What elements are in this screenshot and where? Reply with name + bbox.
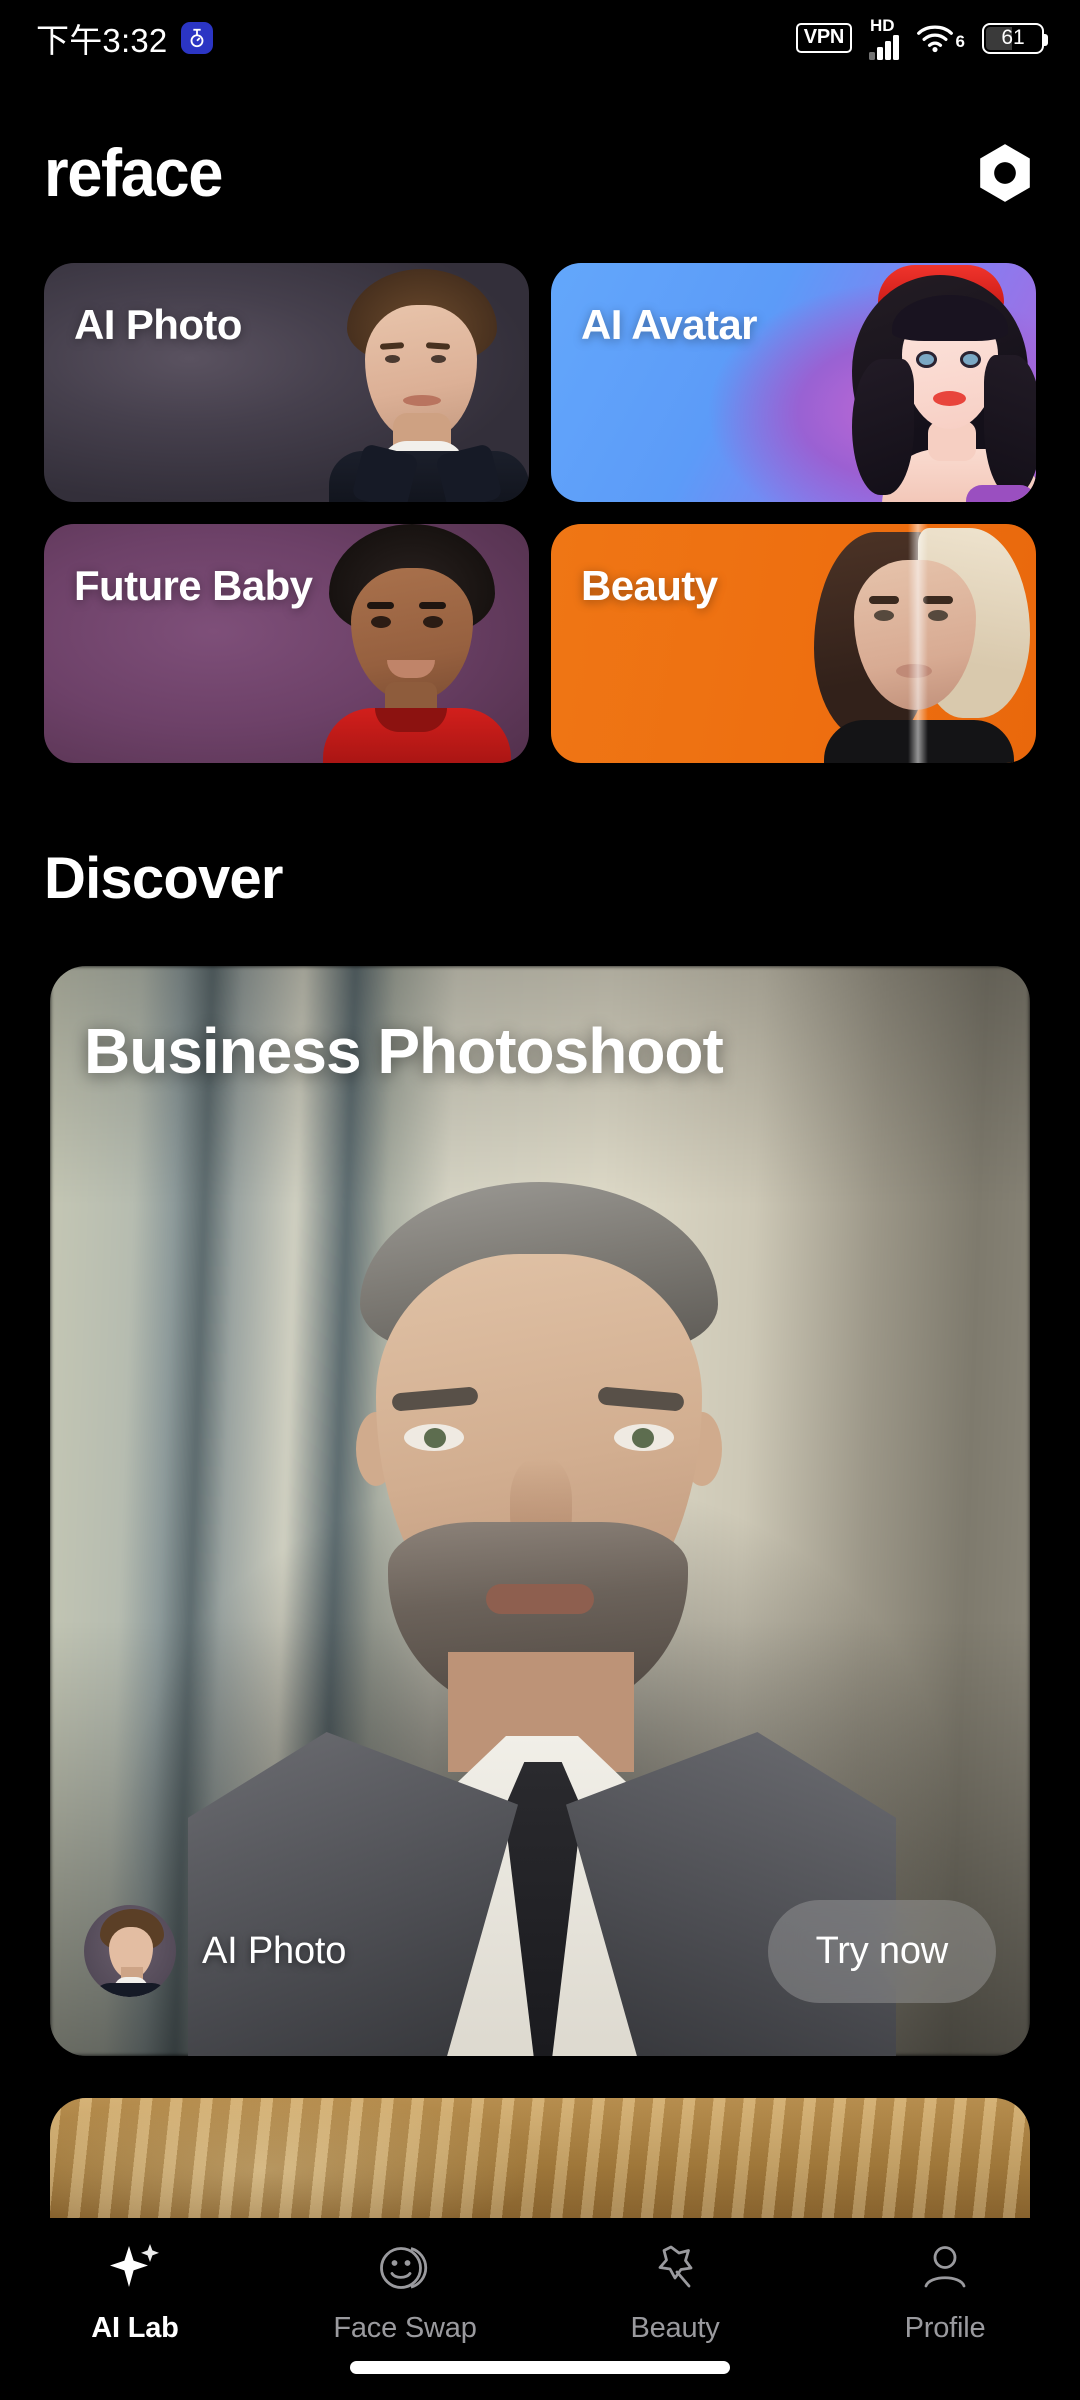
face-swap-icon <box>377 2240 433 2298</box>
nav-item-profile[interactable]: Profile <box>810 2240 1080 2345</box>
nav-item-ai-lab[interactable]: AI Lab <box>0 2240 270 2345</box>
nav-label: Face Swap <box>333 2312 477 2344</box>
battery-percent: 61 <box>1001 26 1025 49</box>
category-card-future-baby[interactable]: Future Baby <box>44 524 529 763</box>
discover-section-title: Discover <box>44 846 283 911</box>
category-grid: AI Photo AI Avatar Future Baby Beauty <box>44 263 1036 763</box>
split-face-beauty <box>551 524 1036 763</box>
nav-label: AI Lab <box>91 2312 179 2344</box>
app-header: reface <box>0 118 1080 228</box>
nav-label: Beauty <box>630 2312 720 2344</box>
status-bar: 下午3:32 VPN HD 6 61 <box>0 0 1080 76</box>
app-screen: 下午3:32 VPN HD 6 61 reface AI Photo AI Av… <box>0 0 1080 2400</box>
category-card-ai-photo[interactable]: AI Photo <box>44 263 529 502</box>
nav-label: Profile <box>904 2312 986 2344</box>
next-discover-card-peek[interactable] <box>50 2098 1030 2218</box>
cellular-signal-icon: HD <box>869 17 899 60</box>
try-now-button[interactable]: Try now <box>767 1899 996 2003</box>
person-icon <box>917 2240 973 2298</box>
category-label: AI Avatar <box>581 301 757 348</box>
wifi-icon: 6 <box>916 23 965 53</box>
timer-icon <box>181 22 214 54</box>
ai-photo-thumbnail <box>84 1905 176 1997</box>
signal-bars <box>869 34 899 60</box>
cartoon-woman-avatar <box>551 263 1036 502</box>
hd-label: HD <box>870 15 895 35</box>
battery-icon: 61 <box>982 22 1048 54</box>
nav-item-face-swap[interactable]: Face Swap <box>270 2240 540 2345</box>
young-man-portrait <box>44 263 529 502</box>
nav-item-beauty[interactable]: Beauty <box>540 2240 810 2345</box>
category-card-beauty[interactable]: Beauty <box>551 524 1036 763</box>
home-indicator[interactable] <box>350 2361 730 2374</box>
category-label: Beauty <box>581 562 718 609</box>
magic-wand-icon <box>647 2240 703 2298</box>
hero-subtitle: AI Photo <box>202 1929 347 1972</box>
status-bar-left: 下午3:32 <box>36 14 214 62</box>
vpn-icon: VPN <box>795 23 853 53</box>
hexagon-nut-icon[interactable] <box>974 142 1036 204</box>
sparkle-icon <box>107 2240 163 2298</box>
category-label: Future Baby <box>74 562 313 609</box>
hero-footer: AI Photo Try now <box>50 1846 1030 2056</box>
status-bar-right: VPN HD 6 61 <box>795 17 1048 60</box>
status-clock: 下午3:32 <box>36 22 168 59</box>
smiling-child-portrait <box>44 524 529 763</box>
discover-hero-card[interactable]: Business Photoshoot AI Photo Try now <box>50 966 1030 2056</box>
category-label: AI Photo <box>74 301 242 348</box>
wifi-generation-label: 6 <box>955 32 965 51</box>
hero-title: Business Photoshoot <box>84 1015 724 1087</box>
app-logo-wordmark: reface <box>44 135 223 211</box>
category-card-ai-avatar[interactable]: AI Avatar <box>551 263 1036 502</box>
